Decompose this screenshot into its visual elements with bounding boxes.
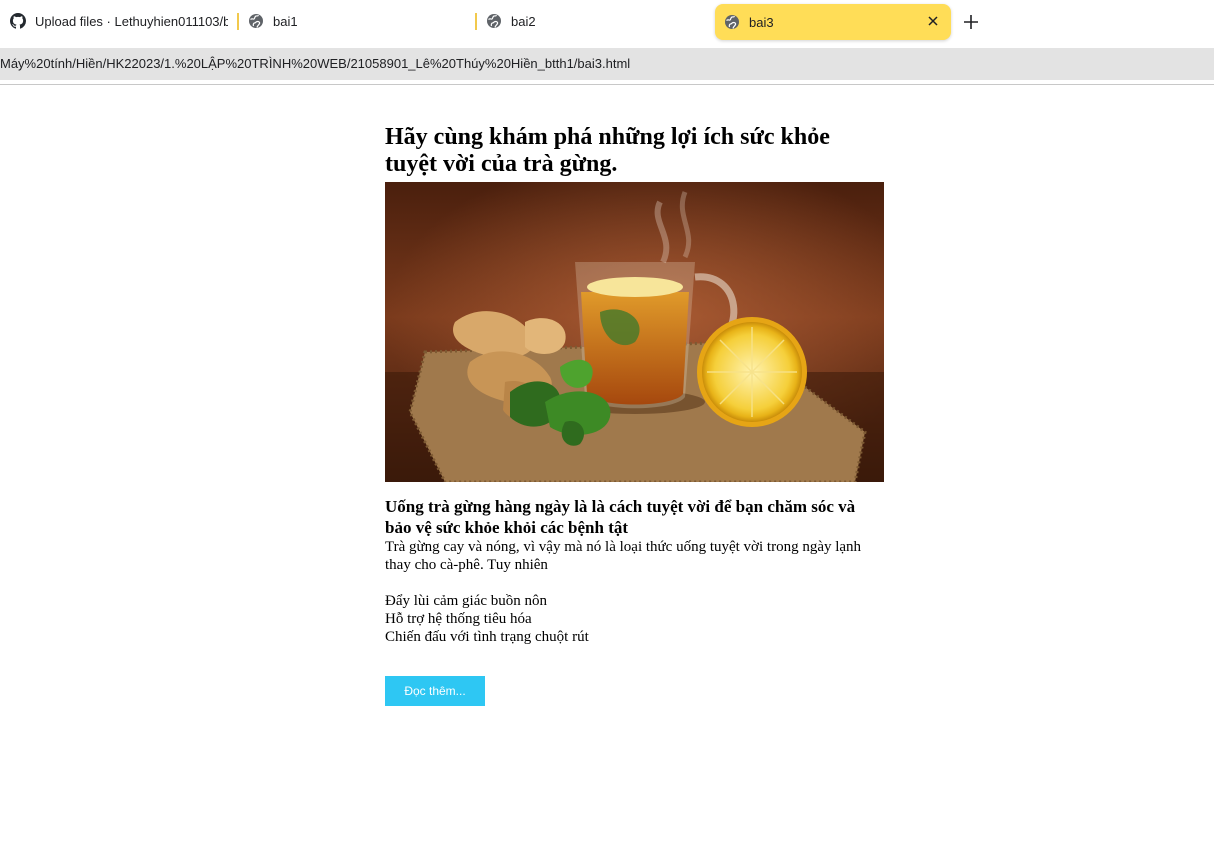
- list-item: Đẩy lùi cảm giác buồn nôn: [385, 593, 548, 609]
- tab-bai1[interactable]: bai1: [248, 4, 468, 38]
- globe-icon: [249, 14, 263, 28]
- page-title: Hãy cùng khám phá những lợi ích sức khỏe…: [385, 124, 830, 177]
- tab-title: Upload files · Lethuyhien011103/b: [35, 13, 228, 29]
- list-item: Hỗ trợ hệ thống tiêu hóa: [385, 611, 532, 627]
- read-more-button[interactable]: Đọc thêm...: [385, 676, 485, 706]
- new-tab-plus-icon[interactable]: [962, 13, 980, 31]
- benefits-list: Đẩy lùi cảm giác buồn nôn Hỗ trợ hệ thốn…: [385, 592, 885, 646]
- article: Hãy cùng khám phá những lợi ích sức khỏe…: [385, 124, 885, 706]
- ginger-tea-illustration: [385, 182, 884, 482]
- tab-title: bai3: [749, 14, 774, 30]
- tab-bai3[interactable]: bai3: [715, 4, 951, 40]
- github-icon: [10, 13, 26, 29]
- tab-strip: Upload files · Lethuyhien011103/b bai1 b…: [0, 0, 1214, 46]
- tab-upload-files[interactable]: Upload files · Lethuyhien011103/b: [10, 4, 228, 38]
- url-text: Máy%20tính/Hiền/HK22023/1.%20LẬP%20TRÌNH…: [0, 56, 631, 71]
- intro-paragraph: Trà gừng cay và nóng, vì vậy mà nó là lo…: [385, 539, 862, 573]
- close-icon[interactable]: [925, 13, 941, 29]
- globe-icon: [487, 14, 501, 28]
- tab-separator: [237, 13, 239, 30]
- subheading: Uống trà gừng hàng ngày là là cách tuyệt…: [385, 497, 856, 537]
- address-bar[interactable]: Máy%20tính/Hiền/HK22023/1.%20LẬP%20TRÌNH…: [0, 48, 1214, 80]
- tab-title: bai2: [511, 13, 536, 29]
- tab-bai2[interactable]: bai2: [486, 4, 706, 38]
- tab-separator: [475, 13, 477, 30]
- toolbar-divider: [0, 84, 1214, 85]
- ginger-tea-photo: [385, 182, 884, 482]
- globe-icon: [725, 15, 739, 29]
- tab-title: bai1: [273, 13, 298, 29]
- list-item: Chiến đấu với tình trạng chuột rút: [385, 629, 589, 645]
